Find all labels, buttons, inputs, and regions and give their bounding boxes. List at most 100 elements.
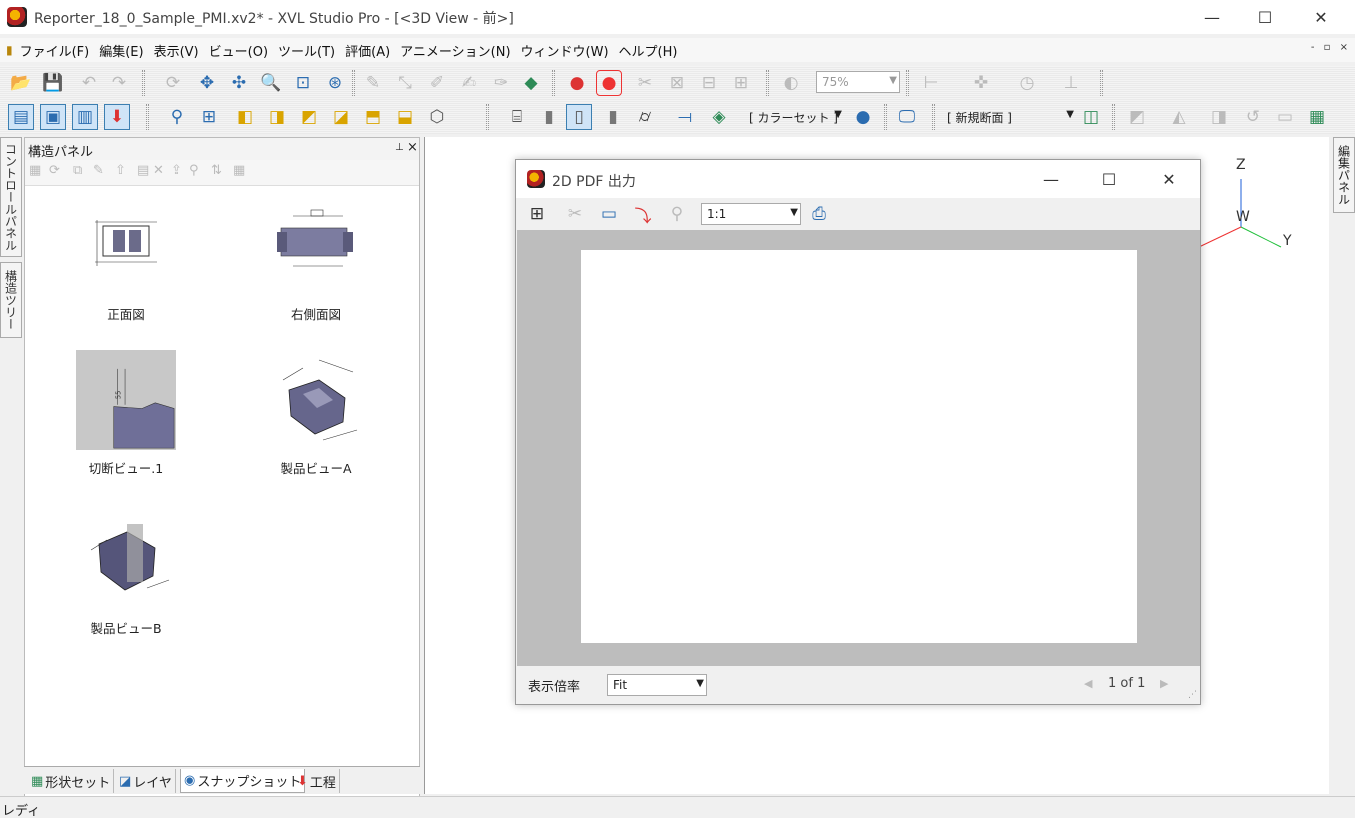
view-iso-icon[interactable]: ⬡ [424,104,450,130]
flip-icon[interactable]: ◨ [1206,104,1232,130]
view-right-icon[interactable]: ◪ [328,104,354,130]
fit-all-icon[interactable]: ⊞ [196,104,222,130]
markup-icon[interactable]: ✐ [424,70,450,96]
add-view-icon[interactable]: ▦ [29,163,41,178]
menu-display[interactable]: 表示(V) [149,41,204,60]
red-sphere-icon[interactable]: ● [564,70,590,96]
hidden-line-icon[interactable]: ▮ [600,104,626,130]
tree-panel-toggle-icon[interactable]: ▥ [72,104,98,130]
tag-icon[interactable]: ◆ [518,70,544,96]
export-2d-icon[interactable]: ⎙ [806,201,832,227]
dialog-close-button[interactable]: ✕ [1140,160,1198,198]
rename-icon[interactable]: ✎ [93,163,104,178]
pdf-preview-area[interactable] [517,230,1200,666]
view-thumbnail-product-b[interactable]: 製品ビューB [58,510,188,650]
orbit-icon[interactable]: ✣ [226,70,252,96]
shaded-edges-icon[interactable]: ▯ [566,104,592,130]
menu-window[interactable]: ウィンドウ(W) [516,41,614,60]
rotate-icon[interactable]: ⟳ [160,70,186,96]
measure-icon[interactable]: ⤡ [392,70,418,96]
paste-icon[interactable]: ▭ [1272,104,1298,130]
new-page-icon[interactable]: ⊞ [524,201,550,227]
step-icon[interactable]: ⊥ [1058,70,1084,96]
control-panel-toggle-icon[interactable]: ▤ [8,104,34,130]
dialog-minimize-button[interactable]: — [1022,160,1080,198]
edit-panel-tab[interactable]: 編集パネル [1333,137,1355,213]
wireframe-icon[interactable]: ⌸ [504,104,530,130]
pan-icon[interactable]: ✥ [194,70,220,96]
panel-close-button[interactable]: × [407,140,418,155]
view-thumbnail-front[interactable]: 正面図 [58,196,188,336]
grid-icon[interactable]: ▦ [233,163,245,178]
control-panel-tab[interactable]: コントロールパネル [0,137,22,257]
menu-tools[interactable]: ツール(T) [273,41,340,60]
menu-view[interactable]: ビュー(O) [204,41,273,60]
transparency-icon[interactable]: ◐ [778,70,804,96]
view-front-icon[interactable]: ◧ [232,104,258,130]
export-icon[interactable]: ⇪ [171,163,182,178]
sphere-icon[interactable]: ● [850,104,876,130]
next-page-button[interactable]: ▶ [1160,677,1168,690]
view-top-icon[interactable]: ⬒ [360,104,386,130]
menu-evaluate[interactable]: 評価(A) [340,41,395,60]
move-icon[interactable]: ✜ [968,70,994,96]
structure-tree-tab[interactable]: 構造ツリー [0,262,22,338]
align-icon[interactable]: ⊢ [918,70,944,96]
menu-file[interactable]: ファイル(F) [15,41,95,60]
tab-layer[interactable]: ◪ レイヤ [116,769,176,793]
snapshot-toggle-icon[interactable]: ⬇ [104,104,130,130]
undo-icon[interactable]: ↶ [76,70,102,96]
view-thumbnail-product-a[interactable]: 製品ビューA [248,350,378,490]
delete-page-icon[interactable]: ✂ [562,201,588,227]
reset-icon[interactable]: ↺ [1240,104,1266,130]
zoom-window-icon[interactable]: ⊡ [290,70,316,96]
cylinder-icon[interactable]: ⌭ [632,104,658,130]
maximize-button[interactable]: ☐ [1239,0,1291,34]
prev-page-button[interactable]: ◀ [1084,677,1092,690]
color-icon[interactable]: ◈ [706,104,732,130]
frame-icon[interactable]: ▭ [596,201,622,227]
open-icon[interactable]: 📂 [8,70,34,96]
copy-view-icon[interactable]: ⧉ [73,163,82,178]
rotate-page-icon[interactable]: ⤵ [630,201,656,227]
view-link-icon[interactable]: ⚲ [664,201,690,227]
view-panel-toggle-icon[interactable]: ▣ [40,104,66,130]
cut-icon[interactable]: ◩ [1124,104,1150,130]
view-left-icon[interactable]: ◩ [296,104,322,130]
zoom-icon[interactable]: 🔍 [258,70,284,96]
properties-icon[interactable]: ▤ [137,163,149,178]
view-bottom-icon[interactable]: ⬓ [392,104,418,130]
clock-icon[interactable]: ◷ [1014,70,1040,96]
view-thumbnail-right[interactable]: 右側面図 [248,196,378,336]
clearance-icon[interactable]: ⊞ [728,70,754,96]
scale-combo[interactable]: 1:1 ▼ [701,203,801,225]
link-view-icon[interactable]: ⚲ [189,163,199,178]
move-up-icon[interactable]: ⇧ [115,163,126,178]
interference-icon[interactable]: ⊟ [696,70,722,96]
note-icon[interactable]: ✍ [456,70,482,96]
cap-icon[interactable]: ◭ [1166,104,1192,130]
redo-icon[interactable]: ↷ [106,70,132,96]
delete-icon[interactable]: ✕ [153,163,164,178]
select-icon[interactable]: ✎ [360,70,386,96]
tab-shape-set[interactable]: ▦ 形状セット [28,769,115,793]
sort-icon[interactable]: ⇅ [211,163,222,178]
color-set-combo[interactable]: [ カラーセット ] ▼ [744,106,844,128]
clip-icon[interactable]: ✂ [632,70,658,96]
update-view-icon[interactable]: ⟳ [49,163,60,178]
menu-help[interactable]: ヘルプ(H) [614,41,683,60]
fit-icon[interactable]: ⊛ [322,70,348,96]
tab-snapshot[interactable]: ◉ スナップショット [180,769,306,793]
zoom-combo[interactable]: 75% ▼ [816,71,900,93]
dialog-maximize-button[interactable]: ☐ [1080,160,1138,198]
monitor-icon[interactable]: 🖵 [894,104,920,130]
line-icon[interactable]: ⟞ [672,104,698,130]
close-button[interactable]: ✕ [1295,0,1347,34]
mdi-controls[interactable]: - ▫ × [1311,42,1351,53]
red-sphere-selected-icon[interactable]: ● [596,70,622,96]
balloon-icon[interactable]: ✑ [488,70,514,96]
menu-animation[interactable]: アニメーション(N) [395,41,515,60]
shaded-icon[interactable]: ▮ [536,104,562,130]
resize-grip-icon[interactable]: ⋰ [1188,690,1197,700]
tab-process[interactable]: ⬇ 工程 [294,769,340,793]
